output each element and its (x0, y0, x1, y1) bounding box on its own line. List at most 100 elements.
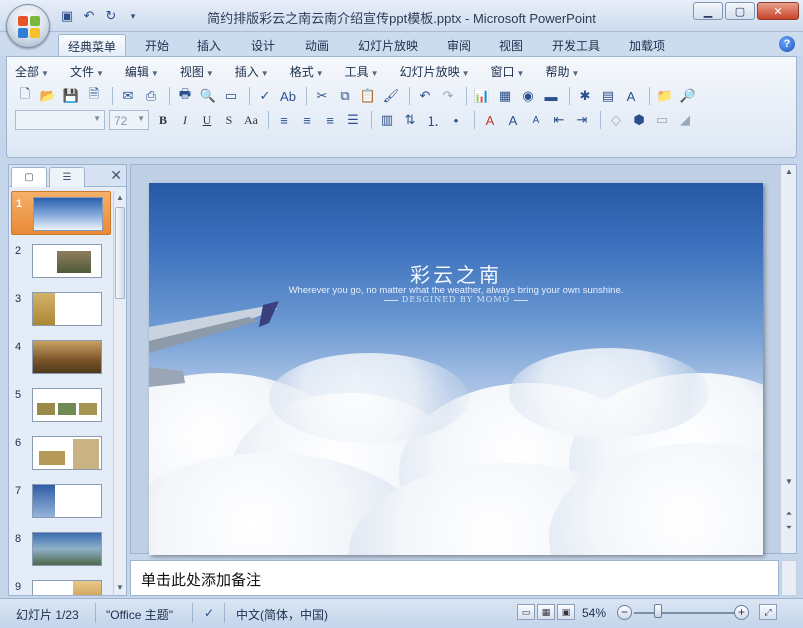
slide-canvas[interactable]: 彩云之南 Wherever you go, no matter what the… (149, 183, 763, 555)
decrease-indent-icon[interactable]: ⇤ (549, 110, 569, 130)
tab-animation[interactable]: 动画 (296, 34, 338, 56)
research-icon[interactable]: ▭ (221, 86, 241, 106)
italic-icon[interactable]: I (175, 110, 195, 130)
bold-icon[interactable]: B (153, 110, 173, 130)
slide-scrollbar[interactable]: ▲ ▼ ⏶ ⏷ (780, 165, 796, 553)
table-icon[interactable]: ▦ (495, 86, 515, 106)
translate-icon[interactable]: Ab (278, 86, 298, 106)
bullets-icon[interactable]: • (446, 110, 466, 130)
minimize-button[interactable]: ▁ (693, 2, 723, 20)
slide-thumbnail-8[interactable]: 8 (11, 527, 111, 571)
color-grayscale-icon[interactable]: ▬ (541, 86, 561, 106)
menu-slideshow[interactable]: 幻灯片放映 ▼ (400, 63, 470, 81)
tab-review[interactable]: 审阅 (438, 34, 480, 56)
menu-view[interactable]: 视图 ▼ (180, 63, 214, 81)
shape-fill-icon[interactable]: ◢ (675, 110, 695, 130)
numbering-icon[interactable]: ⒈ (423, 110, 443, 130)
email-icon[interactable]: ✉ (118, 86, 138, 106)
grow-font-icon[interactable]: A (503, 110, 523, 130)
format-painter-icon[interactable]: 🖌 (381, 86, 401, 106)
slide-title[interactable]: 彩云之南 (149, 259, 763, 288)
scroll-up-icon[interactable]: ▲ (114, 191, 126, 205)
fit-to-window-icon[interactable]: ⤢ (759, 604, 777, 620)
outline-tab-icon[interactable]: ☰ (49, 167, 85, 187)
justify-icon[interactable]: ☰ (343, 110, 363, 130)
tab-home[interactable]: 开始 (136, 34, 178, 56)
strikethrough-icon[interactable]: S (219, 110, 239, 130)
zoom-slider-knob[interactable] (654, 604, 662, 618)
zoom-level[interactable]: 54% (582, 606, 606, 620)
layout-icon[interactable]: ▤ (598, 86, 618, 106)
notes-pane[interactable]: 单击此处添加备注 (130, 560, 779, 596)
maximize-button[interactable]: ▢ (725, 2, 755, 20)
align-left-icon[interactable]: ≡ (274, 110, 294, 130)
publish-icon[interactable]: ⎙ (141, 86, 161, 106)
help-icon[interactable]: ? (779, 36, 795, 52)
slide-thumbnail-6[interactable]: 6 (11, 431, 111, 475)
tab-insert[interactable]: 插入 (188, 34, 230, 56)
undo-icon[interactable]: ↶ (415, 86, 435, 106)
menu-all[interactable]: 全部 ▼ (15, 63, 49, 81)
close-panel-icon[interactable]: ✕ (110, 167, 122, 184)
columns-icon[interactable]: ▥ (377, 110, 397, 130)
next-slide-icon[interactable]: ⏷ (783, 523, 795, 533)
shrink-font-icon[interactable]: A (526, 110, 546, 130)
change-case-icon[interactable]: Aa (241, 110, 261, 130)
folder-icon[interactable]: 📁 (655, 86, 675, 106)
slide-thumbnail-4[interactable]: 4 (11, 335, 111, 379)
previous-slide-icon[interactable]: ⏶ (783, 509, 795, 519)
increase-indent-icon[interactable]: ⇥ (572, 110, 592, 130)
scroll-up-icon[interactable]: ▲ (783, 167, 795, 176)
underline-icon[interactable]: U (197, 110, 217, 130)
find-icon[interactable]: 🔎 (678, 86, 698, 106)
clipart-icon[interactable]: ◉ (518, 86, 538, 106)
slideshow-view-icon[interactable]: ▣ (557, 604, 575, 620)
menu-tools[interactable]: 工具 ▼ (345, 63, 379, 81)
copy-icon[interactable]: ⧉ (335, 86, 355, 106)
slide-thumbnail-1[interactable]: 1 (11, 191, 111, 235)
quick-styles-icon[interactable]: ▭ (652, 110, 672, 130)
zoom-slider[interactable] (634, 612, 734, 614)
zoom-out-icon[interactable]: − (617, 605, 632, 620)
slides-tab-icon[interactable]: ▢ (11, 167, 47, 187)
tab-slideshow[interactable]: 幻灯片放映 (350, 34, 426, 56)
thumbnail-scrollbar[interactable]: ▲ ▼ (113, 191, 126, 595)
menu-insert[interactable]: 插入 ▼ (235, 63, 269, 81)
shapes-icon[interactable]: ◇ (606, 110, 626, 130)
text-direction-icon[interactable]: ⇅ (400, 110, 420, 130)
chart-icon[interactable]: 📊 (472, 86, 492, 106)
scrollbar-thumb[interactable] (115, 207, 125, 299)
menu-help[interactable]: 帮助 ▼ (545, 63, 579, 81)
notes-placeholder[interactable]: 单击此处添加备注 (141, 569, 261, 590)
menu-window[interactable]: 窗口 ▼ (491, 63, 525, 81)
new-slide-icon[interactable]: ✱ (575, 86, 595, 106)
cut-icon[interactable]: ✂ (312, 86, 332, 106)
zoom-in-icon[interactable]: + (734, 605, 749, 620)
menu-file[interactable]: 文件 ▼ (70, 63, 104, 81)
redo-icon[interactable]: ↷ (438, 86, 458, 106)
scroll-down-icon[interactable]: ▼ (114, 581, 126, 595)
language-indicator[interactable]: 中文(简体，中国) (236, 606, 328, 623)
normal-view-icon[interactable]: ▭ (517, 604, 535, 620)
slide-thumbnail-9[interactable]: 9 (11, 575, 111, 595)
notes-scrollbar[interactable] (781, 560, 797, 596)
slide-credit[interactable]: DESGINED BY MOMO (149, 295, 763, 304)
slide-sorter-icon[interactable]: ▦ (537, 604, 555, 620)
scroll-down-icon[interactable]: ▼ (783, 477, 795, 486)
paste-icon[interactable]: 📋 (358, 86, 378, 106)
print-icon[interactable]: 🖶 (175, 86, 195, 106)
print-preview-icon[interactable]: 🔍 (198, 86, 218, 106)
close-button[interactable]: ✕ (757, 2, 799, 20)
save-icon[interactable]: 💾 (61, 86, 81, 106)
font-color-icon[interactable]: A (480, 110, 500, 130)
spelling-icon[interactable]: ✓ (255, 86, 275, 106)
tab-design[interactable]: 设计 (242, 34, 284, 56)
font-name-box[interactable]: ▼ (15, 110, 105, 130)
textbox-icon[interactable]: A (621, 86, 641, 106)
tab-developer[interactable]: 开发工具 (544, 34, 608, 56)
slide-thumbnail-2[interactable]: 2 (11, 239, 111, 283)
tab-addins[interactable]: 加载项 (620, 34, 674, 56)
office-button[interactable] (6, 4, 50, 48)
menu-edit[interactable]: 编辑 ▼ (125, 63, 159, 81)
arrange-icon[interactable]: ⬢ (629, 110, 649, 130)
